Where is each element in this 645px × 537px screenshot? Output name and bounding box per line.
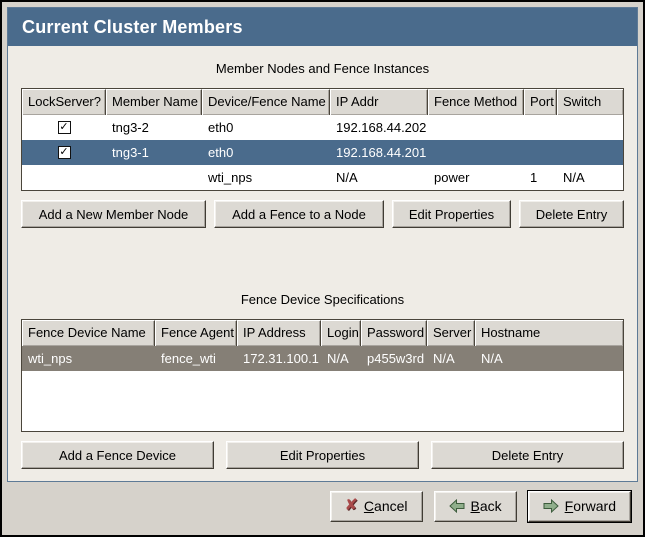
forward-button[interactable]: Forward bbox=[528, 491, 631, 522]
members-table-header: LockServer? Member Name Device/Fence Nam… bbox=[22, 89, 623, 115]
lockserver-cell: ✓ bbox=[22, 115, 106, 140]
table-row-selected[interactable]: ✓ tng3-1 eth0 192.168.44.201 bbox=[22, 140, 623, 165]
server-cell: N/A bbox=[427, 346, 475, 371]
switch-cell: N/A bbox=[557, 165, 623, 190]
fence-device-table: Fence Device Name Fence Agent IP Address… bbox=[21, 319, 624, 432]
table-row-selected[interactable]: wti_nps fence_wti 172.31.100.1 N/A p455w… bbox=[22, 346, 623, 371]
device-fence-name-cell: eth0 bbox=[202, 115, 330, 140]
password-cell: p455w3rd bbox=[361, 346, 427, 371]
cancel-x-icon: ✘ bbox=[345, 498, 358, 514]
column-header-login[interactable]: Login bbox=[321, 320, 361, 346]
port-cell: 1 bbox=[524, 165, 557, 190]
dialog-window: Current Cluster Members Member Nodes and… bbox=[0, 0, 645, 537]
checkbox-checked-icon[interactable]: ✓ bbox=[58, 121, 71, 134]
edit-properties-button[interactable]: Edit Properties bbox=[392, 200, 511, 228]
fence-button-row: Add a Fence Device Edit Properties Delet… bbox=[21, 441, 624, 469]
port-cell bbox=[524, 115, 557, 140]
fence-table-header: Fence Device Name Fence Agent IP Address… bbox=[22, 320, 623, 346]
fence-method-cell bbox=[428, 115, 524, 140]
delete-entry-button[interactable]: Delete Entry bbox=[519, 200, 624, 228]
member-name-cell: tng3-2 bbox=[106, 115, 202, 140]
action-bar: ✘ Cancel Back Forward bbox=[7, 482, 638, 530]
edit-properties-button[interactable]: Edit Properties bbox=[226, 441, 419, 469]
column-header-device-fence-name[interactable]: Device/Fence Name bbox=[202, 89, 330, 115]
switch-cell bbox=[557, 140, 623, 165]
back-button[interactable]: Back bbox=[434, 491, 517, 522]
column-header-switch[interactable]: Switch bbox=[557, 89, 623, 115]
back-arrow-icon bbox=[449, 499, 465, 513]
member-name-cell bbox=[106, 165, 202, 190]
ip-addr-cell: N/A bbox=[330, 165, 428, 190]
add-member-node-button[interactable]: Add a New Member Node bbox=[21, 200, 206, 228]
wizard-frame: Current Cluster Members Member Nodes and… bbox=[7, 7, 638, 482]
column-header-lockserver[interactable]: LockServer? bbox=[22, 89, 106, 115]
members-table: LockServer? Member Name Device/Fence Nam… bbox=[21, 88, 624, 191]
port-cell bbox=[524, 140, 557, 165]
members-table-label: Member Nodes and Fence Instances bbox=[21, 61, 624, 76]
fence-device-name-cell: wti_nps bbox=[22, 346, 155, 371]
member-name-cell: tng3-1 bbox=[106, 140, 202, 165]
ip-addr-cell: 192.168.44.202 bbox=[330, 115, 428, 140]
ip-address-cell: 172.31.100.1 bbox=[237, 346, 321, 371]
members-button-row: Add a New Member Node Add a Fence to a N… bbox=[21, 200, 624, 228]
cancel-button-label: Cancel bbox=[364, 498, 408, 514]
column-header-member-name[interactable]: Member Name bbox=[106, 89, 202, 115]
column-header-fence-device-name[interactable]: Fence Device Name bbox=[22, 320, 155, 346]
switch-cell bbox=[557, 115, 623, 140]
table-row[interactable]: ✓ tng3-2 eth0 192.168.44.202 bbox=[22, 115, 623, 140]
column-header-fence-agent[interactable]: Fence Agent bbox=[155, 320, 237, 346]
fence-method-cell bbox=[428, 140, 524, 165]
checkbox-checked-icon[interactable]: ✓ bbox=[58, 146, 71, 159]
column-header-port[interactable]: Port bbox=[524, 89, 557, 115]
column-header-password[interactable]: Password bbox=[361, 320, 427, 346]
lockserver-cell bbox=[22, 165, 106, 190]
device-fence-name-cell: eth0 bbox=[202, 140, 330, 165]
table-row[interactable]: wti_nps N/A power 1 N/A bbox=[22, 165, 623, 190]
hostname-cell: N/A bbox=[475, 346, 623, 371]
empty-table-area bbox=[22, 371, 623, 431]
lockserver-cell: ✓ bbox=[22, 140, 106, 165]
column-header-ip-address[interactable]: IP Address bbox=[237, 320, 321, 346]
page-title: Current Cluster Members bbox=[8, 8, 637, 46]
fence-method-cell: power bbox=[428, 165, 524, 190]
column-header-hostname[interactable]: Hostname bbox=[475, 320, 623, 346]
back-button-label: Back bbox=[471, 498, 502, 514]
forward-button-label: Forward bbox=[565, 498, 616, 514]
device-fence-name-cell: wti_nps bbox=[202, 165, 330, 190]
ip-addr-cell: 192.168.44.201 bbox=[330, 140, 428, 165]
fence-agent-cell: fence_wti bbox=[155, 346, 237, 371]
delete-entry-button[interactable]: Delete Entry bbox=[431, 441, 624, 469]
add-fence-to-node-button[interactable]: Add a Fence to a Node bbox=[214, 200, 384, 228]
column-header-ip-addr[interactable]: IP Addr bbox=[330, 89, 428, 115]
login-cell: N/A bbox=[321, 346, 361, 371]
cancel-button[interactable]: ✘ Cancel bbox=[330, 491, 423, 522]
fence-table-label: Fence Device Specifications bbox=[21, 292, 624, 307]
column-header-server[interactable]: Server bbox=[427, 320, 475, 346]
content-area: Member Nodes and Fence Instances LockSer… bbox=[8, 46, 637, 481]
add-fence-device-button[interactable]: Add a Fence Device bbox=[21, 441, 214, 469]
column-header-fence-method[interactable]: Fence Method bbox=[428, 89, 524, 115]
forward-arrow-icon bbox=[543, 499, 559, 513]
